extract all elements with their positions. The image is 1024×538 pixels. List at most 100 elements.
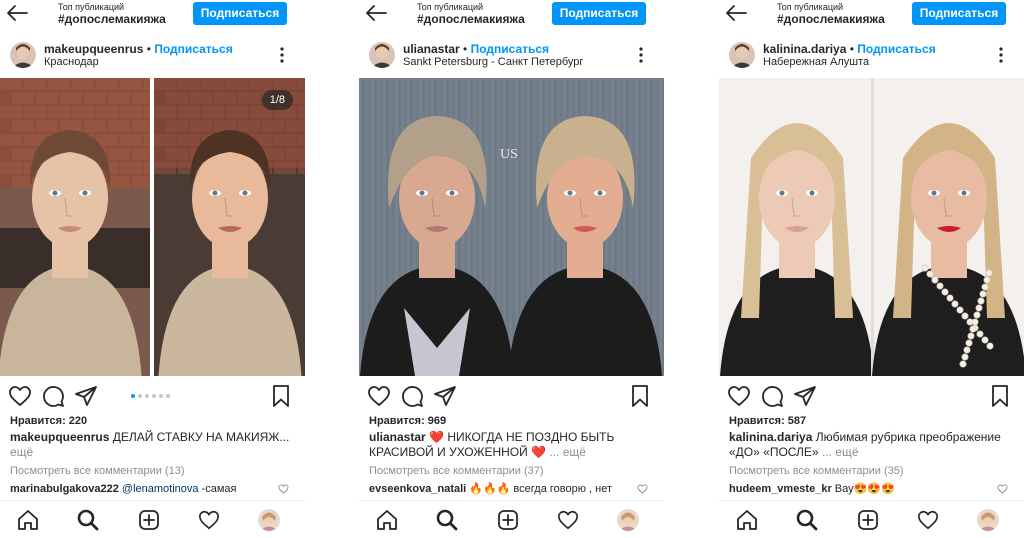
heart-icon[interactable] [727, 384, 751, 408]
caption-more-link[interactable]: ещё [10, 445, 33, 459]
bookmark-icon[interactable] [988, 384, 1012, 408]
new-post-icon[interactable] [857, 509, 879, 531]
carousel-pager [131, 394, 173, 400]
activity-heart-icon[interactable] [557, 509, 579, 531]
likes-count[interactable]: Нравится: 587 [729, 415, 806, 427]
pager-dot [159, 394, 163, 398]
top-bar: Топ публикаций #допослемакияжа Подписать… [0, 0, 305, 30]
new-post-icon[interactable] [497, 509, 519, 531]
post-photo[interactable] [719, 78, 1024, 376]
hashtag-title: #допослемакияжа [417, 12, 525, 26]
profile-avatar[interactable] [617, 509, 639, 531]
send-icon[interactable] [793, 384, 817, 408]
more-vertical-icon[interactable] [638, 46, 644, 64]
subscribe-button[interactable]: Подписаться [552, 2, 646, 25]
bottom-nav [359, 500, 664, 538]
bookmark-icon[interactable] [628, 384, 652, 408]
search-icon[interactable] [436, 509, 458, 531]
post-header: makeupqueenrus • Подписаться Краснодар [0, 38, 305, 74]
pager-dot [166, 394, 170, 398]
username-line: ulianastar • Подписаться [403, 42, 549, 56]
post-panel: Топ публикаций #допослемакияжа Подписать… [0, 0, 305, 538]
separator-dot: • [459, 42, 471, 56]
view-all-comments-link[interactable]: Посмотреть все комментарии (37) [369, 465, 544, 477]
comment-username[interactable]: hudeem_vmeste_kr [729, 483, 832, 495]
hashtag-title: #допослемакияжа [777, 12, 885, 26]
send-icon[interactable] [433, 384, 457, 408]
follow-link[interactable]: Подписаться [471, 42, 549, 56]
avatar[interactable] [369, 42, 395, 68]
pager-dot [131, 394, 135, 398]
comment-like-icon[interactable] [637, 484, 648, 494]
comment-text: Вау😍😍😍 [831, 483, 895, 495]
search-icon[interactable] [77, 509, 99, 531]
post-actions [359, 384, 664, 410]
more-vertical-icon[interactable] [998, 46, 1004, 64]
location-link[interactable]: Sankt Petersburg - Санкт Петербург [403, 56, 583, 69]
heart-icon[interactable] [367, 384, 391, 408]
username-link[interactable]: kalinina.dariya [763, 42, 846, 56]
post-actions [719, 384, 1024, 410]
comment-username[interactable]: marinabulgakova222 [10, 483, 119, 495]
more-vertical-icon[interactable] [279, 46, 285, 64]
search-icon[interactable] [796, 509, 818, 531]
post-photo[interactable]: 1/8 [0, 78, 305, 376]
caption-username[interactable]: ulianastar [369, 430, 426, 444]
bottom-nav [0, 500, 305, 538]
arrow-left-icon[interactable] [725, 4, 747, 22]
caption-username[interactable]: kalinina.dariya [729, 430, 812, 444]
pager-dot [145, 394, 149, 398]
caption-more-link[interactable]: ... ещё [549, 445, 586, 459]
comment-preview: evseenkova_natali 🔥🔥🔥 всегда говорю , не… [369, 482, 634, 496]
location-link[interactable]: Краснодар [44, 56, 99, 69]
comment-username[interactable]: evseenkova_natali [369, 483, 466, 495]
profile-avatar[interactable] [977, 509, 999, 531]
avatar[interactable] [10, 42, 36, 68]
post-panel: Топ публикаций #допослемакияжа Подписать… [359, 0, 664, 538]
comment-icon[interactable] [41, 384, 65, 408]
comment-like-icon[interactable] [278, 484, 289, 494]
send-icon[interactable] [74, 384, 98, 408]
comment-like-icon[interactable] [997, 484, 1008, 494]
arrow-left-icon[interactable] [365, 4, 387, 22]
likes-count[interactable]: Нравится: 969 [369, 415, 446, 427]
comment-icon[interactable] [400, 384, 424, 408]
bookmark-icon[interactable] [269, 384, 293, 408]
activity-heart-icon[interactable] [198, 509, 220, 531]
carousel-counter: 1/8 [261, 90, 293, 110]
follow-link[interactable]: Подписаться [154, 42, 232, 56]
post-actions [0, 384, 305, 410]
post-panel: Топ публикаций #допослемакияжа Подписать… [719, 0, 1024, 538]
profile-avatar[interactable] [258, 509, 280, 531]
comment-mention[interactable]: @lenamotinova [119, 483, 199, 495]
activity-heart-icon[interactable] [917, 509, 939, 531]
arrow-left-icon[interactable] [6, 4, 28, 22]
avatar[interactable] [729, 42, 755, 68]
caption-username[interactable]: makeupqueenrus [10, 430, 109, 444]
home-icon[interactable] [17, 509, 39, 531]
username-link[interactable]: makeupqueenrus [44, 42, 143, 56]
follow-link[interactable]: Подписаться [857, 42, 935, 56]
subscribe-button[interactable]: Подписаться [912, 2, 1006, 25]
heart-icon[interactable] [8, 384, 32, 408]
top-bar: Топ публикаций #допослемакияжа Подписать… [359, 0, 664, 30]
comment-preview: hudeem_vmeste_kr Вау😍😍😍 [729, 482, 994, 496]
post-photo[interactable]: US [359, 78, 664, 376]
view-all-comments-link[interactable]: Посмотреть все комментарии (13) [10, 465, 185, 477]
subscribe-button[interactable]: Подписаться [193, 2, 287, 25]
caption: kalinina.dariya Любимая рубрика преображ… [729, 430, 1012, 460]
home-icon[interactable] [736, 509, 758, 531]
post-header: ulianastar • Подписаться Sankt Petersbur… [359, 38, 664, 74]
likes-count[interactable]: Нравится: 220 [10, 415, 87, 427]
top-bar: Топ публикаций #допослемакияжа Подписать… [719, 0, 1024, 30]
username-link[interactable]: ulianastar [403, 42, 460, 56]
home-icon[interactable] [376, 509, 398, 531]
separator-dot: • [143, 42, 155, 56]
new-post-icon[interactable] [138, 509, 160, 531]
comment-text: 🔥🔥🔥 всегда говорю , нет [466, 483, 613, 495]
caption-more-link[interactable]: ... ещё [822, 445, 859, 459]
location-link[interactable]: Набережная Алушта [763, 56, 869, 69]
caption-text: ДЕЛАЙ СТАВКУ НА МАКИЯЖ... [109, 430, 290, 444]
view-all-comments-link[interactable]: Посмотреть все комментарии (35) [729, 465, 904, 477]
comment-icon[interactable] [760, 384, 784, 408]
